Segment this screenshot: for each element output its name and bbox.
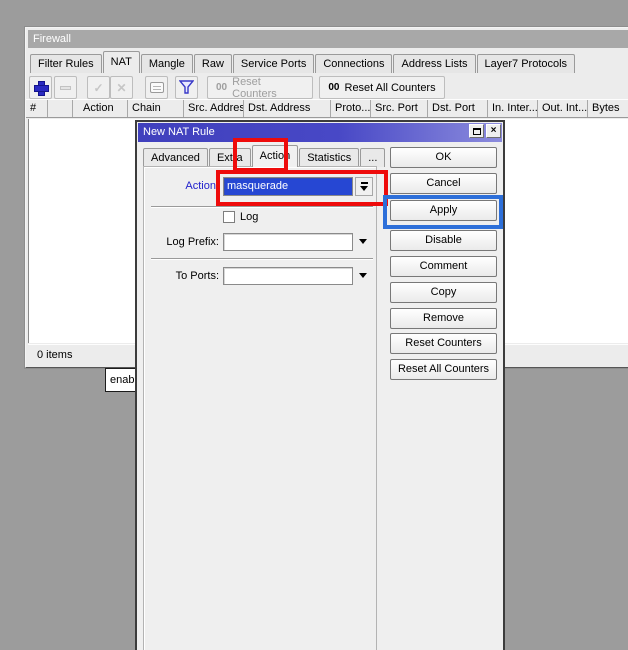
x-icon: ✕ <box>116 81 126 95</box>
dialog-tab-bar: Advanced Extra Action Statistics ... <box>143 146 386 167</box>
counters-icon: 00 <box>216 82 227 93</box>
reset-counters-button[interactable]: 00 Reset Counters <box>207 76 313 99</box>
comment-button[interactable]: Comment <box>390 256 497 277</box>
tab-service-ports[interactable]: Service Ports <box>233 54 314 73</box>
funnel-icon <box>179 80 194 95</box>
enable-button[interactable]: ✓ <box>87 76 110 99</box>
tab-action[interactable]: Action <box>252 145 299 167</box>
separator <box>151 258 373 260</box>
column-header-number[interactable]: # <box>26 100 48 117</box>
reset-all-counters-button[interactable]: Reset All Counters <box>390 359 497 380</box>
tab-filter-rules[interactable]: Filter Rules <box>30 54 102 73</box>
log-prefix-dropdown-arrow-icon[interactable] <box>359 239 367 244</box>
remove-button[interactable] <box>54 76 77 99</box>
firewall-tab-bar: Filter Rules NAT Mangle Raw Service Port… <box>30 51 628 73</box>
tab-mangle[interactable]: Mangle <box>141 54 193 73</box>
to-ports-dropdown-arrow-icon[interactable] <box>359 273 367 278</box>
tab-address-lists[interactable]: Address Lists <box>393 54 475 73</box>
log-prefix-field-label: Log Prefix: <box>143 236 219 249</box>
add-button[interactable] <box>29 76 52 99</box>
tooltip: enab <box>105 368 138 392</box>
counters-icon: 00 <box>328 82 339 93</box>
action-combobox[interactable]: masquerade <box>223 177 353 196</box>
column-header-src-port[interactable]: Src. Port <box>371 100 428 117</box>
ok-button[interactable]: OK <box>390 147 497 168</box>
column-header-src-address[interactable]: Src. Address <box>184 100 244 117</box>
column-header-action[interactable]: Action <box>73 100 128 117</box>
column-header-in-interface[interactable]: In. Inter... <box>488 100 538 117</box>
tab-layer7-protocols[interactable]: Layer7 Protocols <box>477 54 576 73</box>
tab-advanced[interactable]: Advanced <box>143 148 208 167</box>
disable-button[interactable]: ✕ <box>110 76 133 99</box>
log-checkbox[interactable] <box>223 211 235 223</box>
column-header-row: # Action Chain Src. Address Dst. Address… <box>26 99 628 118</box>
column-header-dst-address[interactable]: Dst. Address <box>244 100 331 117</box>
to-ports-input[interactable] <box>223 267 353 285</box>
apply-button[interactable]: Apply <box>390 200 497 221</box>
column-header-protocol[interactable]: Proto... <box>331 100 371 117</box>
tab-more[interactable]: ... <box>360 148 385 167</box>
separator <box>151 206 373 208</box>
tab-nat[interactable]: NAT <box>103 51 140 73</box>
plus-icon <box>34 81 47 94</box>
log-checkbox-label: Log <box>240 211 258 224</box>
disable-button[interactable]: Disable <box>390 230 497 251</box>
filter-button[interactable] <box>175 76 198 99</box>
tab-raw[interactable]: Raw <box>194 54 232 73</box>
close-button[interactable]: × <box>486 124 501 138</box>
check-icon: ✓ <box>93 81 103 95</box>
new-nat-rule-dialog: New NAT Rule × Advanced Extra Action Sta… <box>137 122 503 650</box>
remove-button[interactable]: Remove <box>390 308 497 329</box>
comment-button[interactable] <box>145 76 168 99</box>
reset-counters-button[interactable]: Reset Counters <box>390 333 497 354</box>
column-header-bytes[interactable]: Bytes <box>588 100 628 117</box>
cancel-button[interactable]: Cancel <box>390 173 497 194</box>
column-header-dst-port[interactable]: Dst. Port <box>428 100 488 117</box>
column-header-blank[interactable] <box>48 100 73 117</box>
tab-connections[interactable]: Connections <box>315 54 392 73</box>
log-prefix-input[interactable] <box>223 233 353 251</box>
dropdown-icon <box>361 182 368 184</box>
firewall-window-title: Firewall <box>28 30 628 48</box>
action-field-label: Action: <box>143 180 219 193</box>
to-ports-field-label: To Ports: <box>143 270 219 283</box>
tab-extra[interactable]: Extra <box>209 148 251 167</box>
minus-icon <box>60 86 71 90</box>
maximize-button[interactable] <box>469 124 484 138</box>
reset-all-counters-button[interactable]: 00 Reset All Counters <box>319 76 445 99</box>
dialog-title-bar: New NAT Rule <box>138 123 502 142</box>
column-header-chain[interactable]: Chain <box>128 100 184 117</box>
close-icon: × <box>491 126 497 136</box>
column-header-out-interface[interactable]: Out. Int... <box>538 100 588 117</box>
copy-button[interactable]: Copy <box>390 282 497 303</box>
maximize-icon <box>473 128 481 135</box>
firewall-toolbar: ✓ ✕ 00 Reset Counters 00 Reset All Count… <box>26 74 628 101</box>
tab-statistics[interactable]: Statistics <box>299 148 359 167</box>
dialog-title: New NAT Rule <box>143 126 215 138</box>
action-dropdown-button[interactable] <box>355 177 373 196</box>
comment-icon <box>150 82 164 93</box>
